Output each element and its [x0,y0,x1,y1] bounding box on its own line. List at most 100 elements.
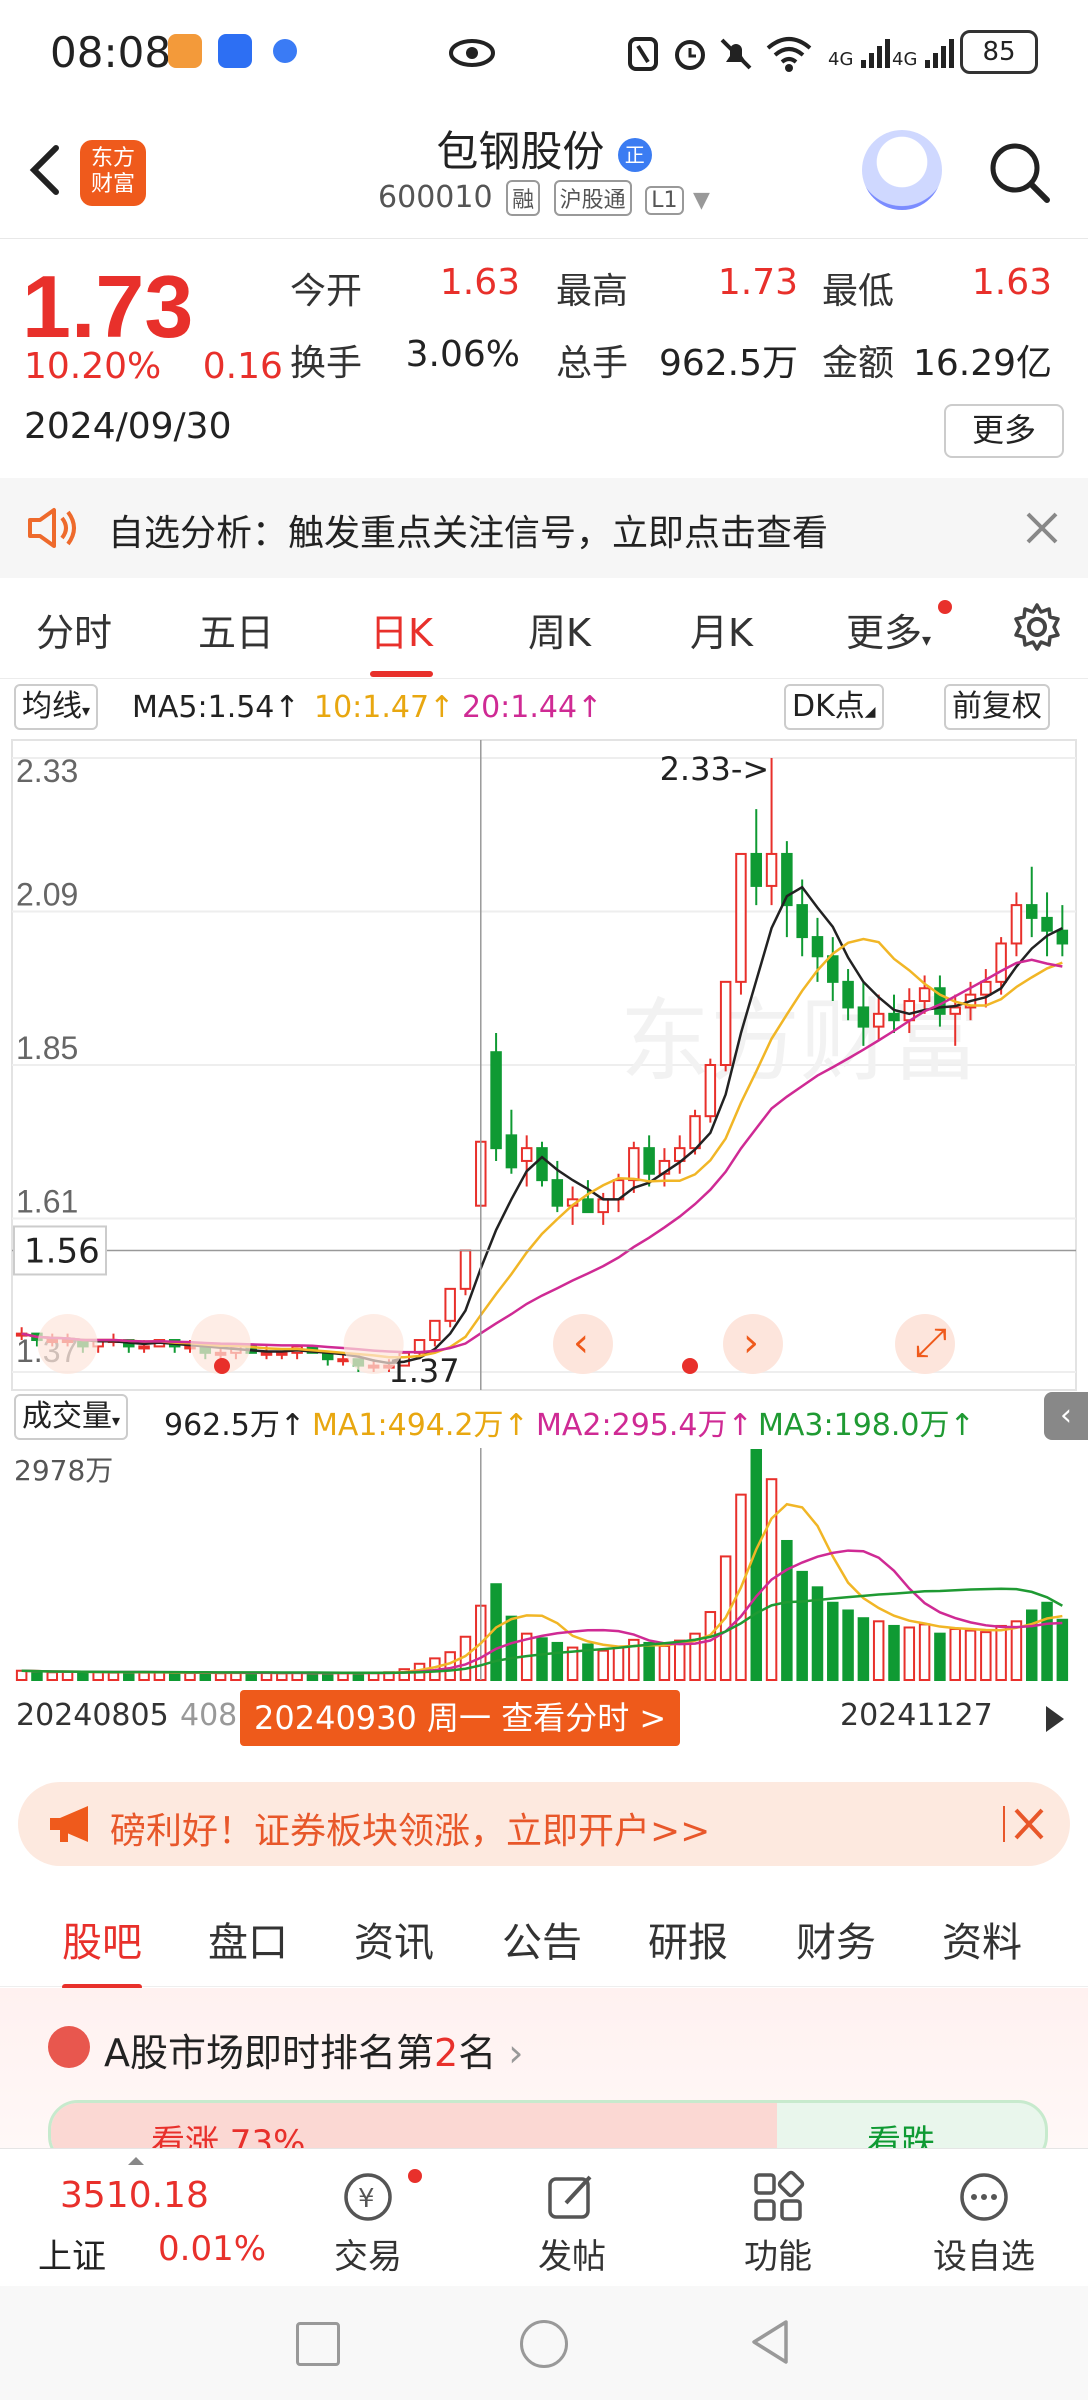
index-name[interactable]: 上证 [38,2229,106,2278]
stat-value-open: 1.63 [439,262,520,303]
candle-body [551,1179,564,1207]
tab-daily-k[interactable]: 日K [370,602,433,677]
stats-row-2: 换手 3.06% 总手 962.5万 金额 16.29亿 [290,334,1070,406]
tab-weekly-k[interactable]: 周K [528,602,591,657]
tab-pankou[interactable]: 盘口 [208,1910,288,1968]
candle-body [857,1006,870,1028]
tab-research[interactable]: 研报 [648,1910,728,1968]
collapse-panel-button[interactable]: ‹ [1044,1392,1088,1440]
globe-icon [268,34,302,68]
candle-body [750,852,763,887]
close-promo-icon[interactable] [1002,1802,1046,1850]
tab-timeshare[interactable]: 分时 [36,602,112,657]
tab-announcements[interactable]: 公告 [502,1910,582,1968]
home-button[interactable] [520,2320,568,2368]
candle-body [735,852,747,983]
tab-more-label: 更多 [846,611,923,655]
candle-body [1025,904,1038,919]
volume-ma2: MA2:295.4万↑ [536,1408,753,1443]
page-indicator-dot [682,1358,698,1374]
volume-toolbar: 成交量▾ 962.5万↑ MA1:494.2万↑ MA2:295.4万↑ MA3… [0,1392,1088,1443]
tab-news[interactable]: 资讯 [354,1910,434,1968]
kline-chart[interactable]: 2.332.091.851.611.37 东方财富 1.562.33->1.37… [0,732,1088,1432]
date-end: 20241127 [840,1698,993,1733]
candle-body [811,936,824,958]
functions-grid-icon [750,2169,806,2225]
close-notice-icon[interactable] [1022,508,1062,548]
volume-bar [1010,1620,1023,1681]
volume-selector[interactable]: 成交量▾ [14,1394,129,1440]
tag-margin: 融 [506,180,541,216]
trade-red-dot [408,2169,422,2183]
volume-bar [536,1637,548,1681]
candle-body [827,955,839,983]
tab-profile[interactable]: 资料 [942,1910,1022,1968]
volume-bar [46,1671,59,1682]
tab-finance[interactable]: 财务 [796,1910,876,1968]
settings-gear-icon[interactable] [1010,600,1064,654]
last-price: 1.73 [22,257,194,356]
volume-bar [827,1601,839,1681]
volume-bar [1041,1601,1053,1681]
volume-chart[interactable]: 2978万 [0,1448,1088,1688]
candle-body [582,1198,594,1214]
candle-body [1056,929,1069,945]
dk-point-toggle[interactable]: DK点◢ [784,684,884,730]
tab-guba[interactable]: 股吧 [62,1910,142,1990]
kline-svg[interactable]: 2.332.091.851.611.37 东方财富 1.562.33->1.37… [0,732,1088,1432]
network-label-2: 4G [892,49,918,70]
candle-body [490,1051,502,1150]
candle-body [260,1351,273,1356]
nav-hint-circle-1 [37,1314,98,1374]
nfc-icon [626,36,662,76]
volume-bar [796,1570,808,1681]
ma-selector[interactable]: 均线▾ [14,684,99,730]
scroll-right-icon[interactable] [1046,1706,1064,1732]
rank-text-pre: A股市场即时排名第 [104,2031,434,2075]
notice-text: 自选分析：触发重点关注信号，立即点击查看 [108,513,829,554]
tab-five-day[interactable]: 五日 [198,602,274,657]
stock-header: 东方 财富 包钢股份 正 600010 融 沪股通 L1 ▼ [0,110,1088,239]
quote-stats: 今开 1.63 最高 1.73 最低 1.63 换手 3.06% 总手 962.… [290,262,1070,406]
volume-ma3: MA3:198.0万↑ [758,1408,975,1443]
candle-body [918,987,931,1003]
nav-add-watchlist-label: 设自选 [933,2237,1035,2277]
search-icon[interactable] [985,138,1055,208]
signal-icon-1: 4G [828,36,893,70]
app-notification-icon [168,34,202,68]
candle-body [276,1351,288,1356]
back-nav-button[interactable] [748,2318,792,2370]
nav-trade[interactable]: ¥ 交易 [308,2169,428,2278]
nav-functions[interactable]: 功能 [718,2169,838,2278]
info-tabs: 股吧 盘口 资讯 公告 研报 财务 资料 [0,1886,1088,1990]
tab-monthly-k[interactable]: 月K [690,602,753,657]
recent-apps-button[interactable] [296,2322,340,2366]
dropdown-triangle-icon[interactable]: ▼ [693,188,710,213]
more-stats-button[interactable]: 更多 [944,404,1064,458]
candle-body [444,1287,456,1322]
date-partial: 408 [180,1698,238,1733]
nav-post[interactable]: 发帖 [512,2169,632,2278]
change-percent: 10.20% [24,346,162,387]
market-rank-card[interactable]: A股市场即时排名第2名 › 看涨 73% 看跌 [0,1988,1088,2166]
nav-add-watchlist[interactable]: 设自选 [924,2169,1044,2278]
y-tick-label: 1.61 [16,1184,78,1220]
index-value[interactable]: 3510.18 [60,2175,209,2216]
ma-lines [21,885,1063,1365]
tab-more[interactable]: 更多▾ [846,602,931,657]
svg-text:¥: ¥ [358,2184,375,2214]
nav-post-label: 发帖 [538,2237,606,2277]
more-dots-icon [956,2169,1012,2225]
analysis-notice[interactable]: 自选分析：触发重点关注信号，立即点击查看 [0,478,1088,578]
promo-banner[interactable]: 磅利好！证券板块领涨，立即开户>> [18,1782,1070,1866]
view-intraday-button[interactable]: 20240930 周一 查看分时 > [240,1690,681,1746]
ma-selector-arrow-icon: ▾ [82,701,91,720]
adjust-selector[interactable]: 前复权 [944,684,1050,730]
robot-assistant-icon[interactable] [862,130,942,210]
candle-body [872,1012,885,1028]
volume-bar [214,1672,227,1681]
candle-body [1041,916,1053,932]
volume-bar [658,1645,671,1681]
volume-bar [673,1639,686,1681]
index-percent[interactable]: 0.01% [158,2229,266,2269]
